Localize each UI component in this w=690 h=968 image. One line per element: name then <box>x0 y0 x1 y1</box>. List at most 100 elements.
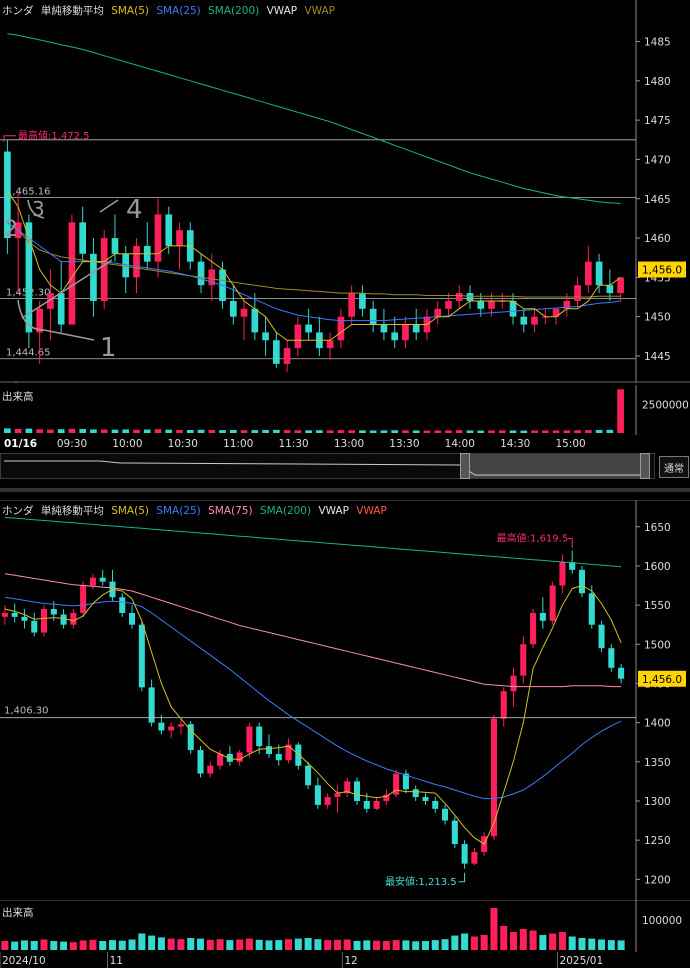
volume-bar <box>285 939 293 950</box>
volume-bar <box>441 939 449 950</box>
candle <box>520 316 528 325</box>
candle <box>451 820 458 845</box>
volume-bar <box>206 939 214 950</box>
volume-bar <box>595 430 603 433</box>
candle <box>57 293 65 325</box>
y-tick-label: 1300 <box>644 796 671 808</box>
daily-price-chart[interactable]: 1,406.3012001250130013501400145015001550… <box>0 500 690 900</box>
candle <box>380 324 388 333</box>
volume-bar <box>333 939 341 950</box>
daily-volume-chart[interactable]: 100000 <box>0 900 690 952</box>
y-tick-label: 1550 <box>644 600 671 612</box>
candle <box>466 293 474 301</box>
candle <box>422 797 429 801</box>
candle <box>412 789 419 798</box>
intraday-legend: ホンダ 単純移動平均 SMA(5) SMA(25) SMA(200) VWAP … <box>2 3 339 18</box>
legend-sma5[interactable]: SMA(5) <box>111 5 149 17</box>
time-navigator[interactable] <box>0 453 655 479</box>
legend-vwap-2[interactable]: VWAP <box>356 505 387 517</box>
legend-sma25[interactable]: SMA(25) <box>156 505 200 517</box>
candle <box>477 300 485 309</box>
volume-bar <box>1 941 9 950</box>
symbol-name: ホンダ <box>2 5 34 17</box>
candle <box>383 794 390 801</box>
reference-line-label: 1,465.16 <box>6 186 51 197</box>
legend-vwap[interactable]: VWAP <box>267 5 298 17</box>
candle <box>50 609 57 615</box>
daily-legend: ホンダ 単純移動平均 SMA(5) SMA(25) SMA(75) SMA(20… <box>2 503 391 518</box>
view-mode-button[interactable]: 通常 <box>659 456 689 478</box>
volume-bar <box>176 429 183 433</box>
volume-bar <box>133 429 140 433</box>
volume-bar <box>348 430 355 433</box>
y-tick-label: 1350 <box>644 757 671 769</box>
candle <box>490 718 497 837</box>
volume-bar <box>606 429 614 433</box>
volume-bar <box>79 429 87 433</box>
navigator-right-handle[interactable] <box>640 453 650 479</box>
legend-sma25[interactable]: SMA(25) <box>156 5 200 17</box>
candle <box>236 752 243 762</box>
candle <box>99 577 106 582</box>
high-price-label: 最高値:1,619.5 <box>497 532 569 545</box>
volume-bar <box>359 430 366 433</box>
candle <box>1 612 8 617</box>
legend-vwap[interactable]: VWAP <box>318 505 349 517</box>
volume-bar <box>177 939 185 950</box>
low-price-label: 最安値:1,213.5 <box>385 875 457 888</box>
x-tick-label: 14:00 <box>445 438 475 450</box>
volume-bar <box>466 430 474 433</box>
candle <box>262 332 269 341</box>
candle <box>40 609 48 633</box>
pane-separator[interactable] <box>0 488 690 492</box>
x-tick-label: 13:30 <box>389 438 419 450</box>
x-tick-label: 2024/10 <box>2 955 46 967</box>
volume-bar <box>216 939 224 950</box>
volume-bar <box>165 429 173 433</box>
volume-bar <box>421 941 430 950</box>
y-tick-label: 1475 <box>644 115 671 127</box>
annotation-number: 4 <box>126 195 143 225</box>
legend-sma75[interactable]: SMA(75) <box>208 505 252 517</box>
volume-bar <box>255 939 263 950</box>
candle <box>251 308 259 333</box>
legend-sma5[interactable]: SMA(5) <box>111 505 149 517</box>
volume-bar <box>143 429 151 433</box>
volume-bar <box>79 940 87 950</box>
legend-vwap-2[interactable]: VWAP <box>304 5 335 17</box>
candle <box>369 308 377 325</box>
volume-bar <box>529 930 537 950</box>
volume-bar <box>412 430 420 433</box>
volume-bar <box>500 926 508 950</box>
candle <box>305 765 312 786</box>
candle <box>176 230 183 246</box>
candle <box>471 851 478 864</box>
intraday-price-chart[interactable]: 1,465.161,452.301,444.651445145014551460… <box>0 0 690 383</box>
volume-bar <box>68 428 76 433</box>
volume-bar <box>122 429 130 433</box>
candle <box>500 691 507 719</box>
legend-sma200[interactable]: SMA(200) <box>260 505 311 517</box>
y-tick-label: 1400 <box>644 718 671 730</box>
x-tick-label: 12 <box>344 955 357 967</box>
y-tick-label: 1650 <box>644 522 671 534</box>
symbol-name: ホンダ <box>2 505 34 517</box>
volume-bar <box>588 938 596 950</box>
candle <box>442 808 449 821</box>
annotation-number: 3 <box>32 197 45 221</box>
legend-sma200[interactable]: SMA(200) <box>208 5 259 17</box>
intraday-volume-title: 出来高 <box>2 391 34 403</box>
y-tick-label: 1600 <box>644 561 671 573</box>
volume-bar <box>578 938 586 950</box>
candle <box>559 562 566 586</box>
navigator-left-handle[interactable] <box>460 453 470 479</box>
volume-bar <box>25 428 33 433</box>
volume-bar <box>118 940 126 950</box>
candle <box>283 348 291 364</box>
candle <box>578 569 586 594</box>
volume-bar <box>100 429 108 433</box>
volume-bar <box>598 939 606 950</box>
intraday-volume-chart[interactable]: 2500000 <box>0 385 690 435</box>
candle <box>412 324 420 333</box>
volume-bar <box>273 429 280 433</box>
